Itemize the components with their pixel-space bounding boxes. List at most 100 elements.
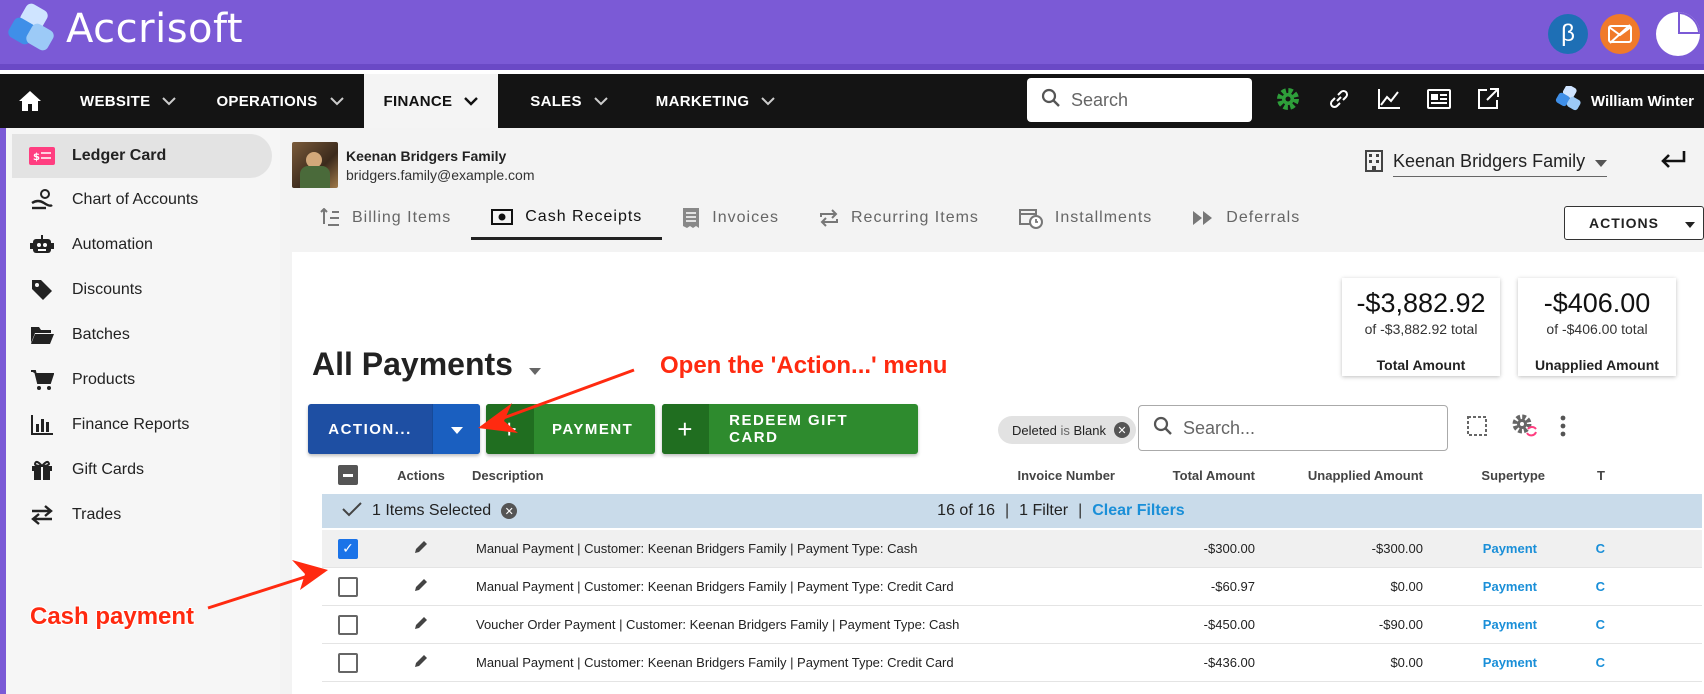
tab-installments[interactable]: Installments [999, 196, 1172, 240]
sidebar-item-ledger-card[interactable]: $ Ledger Card [12, 134, 272, 178]
header-extra[interactable]: T [1545, 468, 1605, 483]
total-amount-label: Total Amount [1376, 357, 1466, 373]
tab-cash-receipts[interactable]: Cash Receipts [471, 196, 663, 240]
select-all-checkbox[interactable] [338, 465, 358, 485]
row-checkbox[interactable] [338, 652, 358, 673]
row-extra-link[interactable]: C [1537, 655, 1605, 670]
bar-chart-icon [22, 415, 62, 435]
gear-icon[interactable] [1275, 86, 1301, 117]
header-supertype[interactable]: Supertype [1423, 468, 1545, 483]
line-chart-icon[interactable] [1377, 88, 1401, 115]
chevron-down-icon [761, 93, 776, 110]
sidebar-item-products[interactable]: Products [12, 358, 272, 402]
action-dropdown-toggle[interactable] [432, 404, 480, 454]
sidebar-item-discounts[interactable]: Discounts [12, 268, 272, 312]
row-total-amount: -$300.00 [1203, 541, 1255, 556]
tab-deferrals[interactable]: Deferrals [1172, 196, 1320, 240]
row-supertype-link[interactable]: Payment [1423, 579, 1537, 594]
total-amount-value: -$3,882.92 [1356, 288, 1486, 318]
filter-chip[interactable]: Deleted is Blank ✕ [998, 416, 1136, 444]
table-row[interactable]: Voucher Order Payment | Customer: Keenan… [322, 606, 1702, 644]
row-checkbox[interactable] [338, 576, 358, 597]
separator: | [1005, 502, 1010, 519]
header-unapplied-amount[interactable]: Unapplied Amount [1255, 468, 1423, 483]
list-search-input[interactable]: Search... [1138, 405, 1448, 451]
plus-icon: + [486, 404, 534, 454]
edit-pencil-icon[interactable] [414, 654, 428, 671]
tab-billing-items[interactable]: Billing Items [300, 196, 471, 240]
unapplied-amount-label: Unapplied Amount [1535, 357, 1659, 373]
nav-sales[interactable]: SALES [510, 74, 628, 128]
nav-sales-label: SALES [530, 92, 582, 110]
table-row[interactable]: Manual Payment | Customer: Keenan Bridge… [322, 644, 1702, 682]
sidebar-item-chart-of-accounts[interactable]: Chart of Accounts [12, 178, 272, 222]
table-row[interactable]: Manual Payment | Customer: Keenan Bridge… [322, 568, 1702, 606]
app-logo[interactable]: Accrisoft [6, 1, 244, 53]
global-search-input[interactable]: Search [1027, 78, 1252, 122]
beta-icon[interactable]: β [1548, 14, 1588, 54]
caret-down-icon [450, 421, 463, 438]
table-row[interactable]: ✓ Manual Payment | Customer: Keenan Bridg… [322, 530, 1702, 568]
list-search-placeholder: Search... [1183, 417, 1256, 438]
remove-filter-icon[interactable]: ✕ [1113, 422, 1130, 438]
tab-label: Cash Receipts [525, 207, 643, 225]
sidebar-item-trades[interactable]: Trades [12, 493, 272, 537]
row-supertype-link[interactable]: Payment [1423, 617, 1537, 632]
link-icon[interactable] [1327, 87, 1351, 116]
sidebar-item-label: Products [72, 371, 136, 388]
row-supertype-link[interactable]: Payment [1423, 655, 1537, 670]
tab-label: Recurring Items [851, 209, 979, 226]
caret-down-icon [1595, 151, 1607, 172]
edit-pencil-icon[interactable] [414, 578, 428, 595]
row-extra-link[interactable]: C [1537, 617, 1605, 632]
pie-chart-icon[interactable] [1652, 8, 1704, 60]
external-link-icon[interactable] [1477, 87, 1499, 115]
header-total-amount[interactable]: Total Amount [1115, 468, 1255, 483]
nav-marketing[interactable]: MARKETING [636, 74, 796, 128]
more-vertical-icon[interactable] [1560, 415, 1566, 442]
header-description[interactable]: Description [462, 468, 975, 483]
header-actions[interactable]: Actions [380, 468, 462, 483]
row-extra-link[interactable]: C [1537, 541, 1605, 556]
list-view-selector[interactable]: All Payments [312, 346, 541, 383]
settings-sync-icon[interactable] [1510, 412, 1538, 445]
row-checkbox[interactable] [338, 614, 358, 635]
tab-invoices[interactable]: Invoices [662, 196, 799, 240]
tab-recurring-items[interactable]: Recurring Items [799, 196, 999, 240]
row-unapplied-amount: $0.00 [1390, 655, 1423, 670]
unapplied-amount-sub: of -$406.00 total [1546, 321, 1648, 337]
sidebar-item-label: Chart of Accounts [72, 191, 199, 208]
mail-off-icon[interactable] [1600, 14, 1640, 54]
edit-pencil-icon[interactable] [414, 540, 428, 557]
user-menu[interactable]: William Winter [1555, 74, 1694, 128]
app-name: Accrisoft [66, 6, 244, 52]
sidebar-item-batches[interactable]: Batches [12, 313, 272, 357]
row-extra-link[interactable]: C [1537, 579, 1605, 594]
nav-finance-label: FINANCE [383, 92, 453, 110]
row-supertype-link[interactable]: Payment [1423, 541, 1537, 556]
home-icon[interactable] [0, 74, 60, 128]
edit-pencil-icon[interactable] [414, 616, 428, 633]
add-payment-button[interactable]: + PAYMENT [486, 404, 655, 454]
sidebar-item-finance-reports[interactable]: Finance Reports [12, 403, 272, 447]
return-icon[interactable] [1660, 146, 1686, 178]
action-button[interactable]: ACTION... [308, 404, 432, 454]
newspaper-icon[interactable] [1427, 88, 1451, 114]
row-checkbox[interactable]: ✓ [338, 538, 358, 559]
clear-selection-icon[interactable]: ✕ [501, 503, 518, 519]
nav-website[interactable]: WEBSITE [60, 74, 196, 128]
family-selector[interactable]: Keenan Bridgers Family [1365, 150, 1607, 177]
billing-items-icon [320, 208, 340, 228]
family-avatar [292, 142, 338, 188]
sidebar-item-gift-cards[interactable]: Gift Cards [12, 448, 272, 492]
repeat-icon [819, 208, 839, 228]
clear-filters-link[interactable]: Clear Filters [1092, 502, 1184, 520]
ledger-actions-button[interactable]: ACTIONS [1564, 206, 1704, 240]
ledger-tabs: Billing Items Cash Receipts Invoices Rec… [300, 196, 1320, 240]
nav-operations[interactable]: OPERATIONS [196, 74, 363, 128]
nav-finance[interactable]: FINANCE [363, 74, 499, 128]
select-area-icon[interactable] [1466, 415, 1488, 442]
header-invoice-number[interactable]: Invoice Number [975, 468, 1115, 483]
sidebar-item-automation[interactable]: Automation [12, 223, 272, 267]
redeem-gift-card-button[interactable]: + REDEEM GIFT CARD [662, 404, 918, 454]
